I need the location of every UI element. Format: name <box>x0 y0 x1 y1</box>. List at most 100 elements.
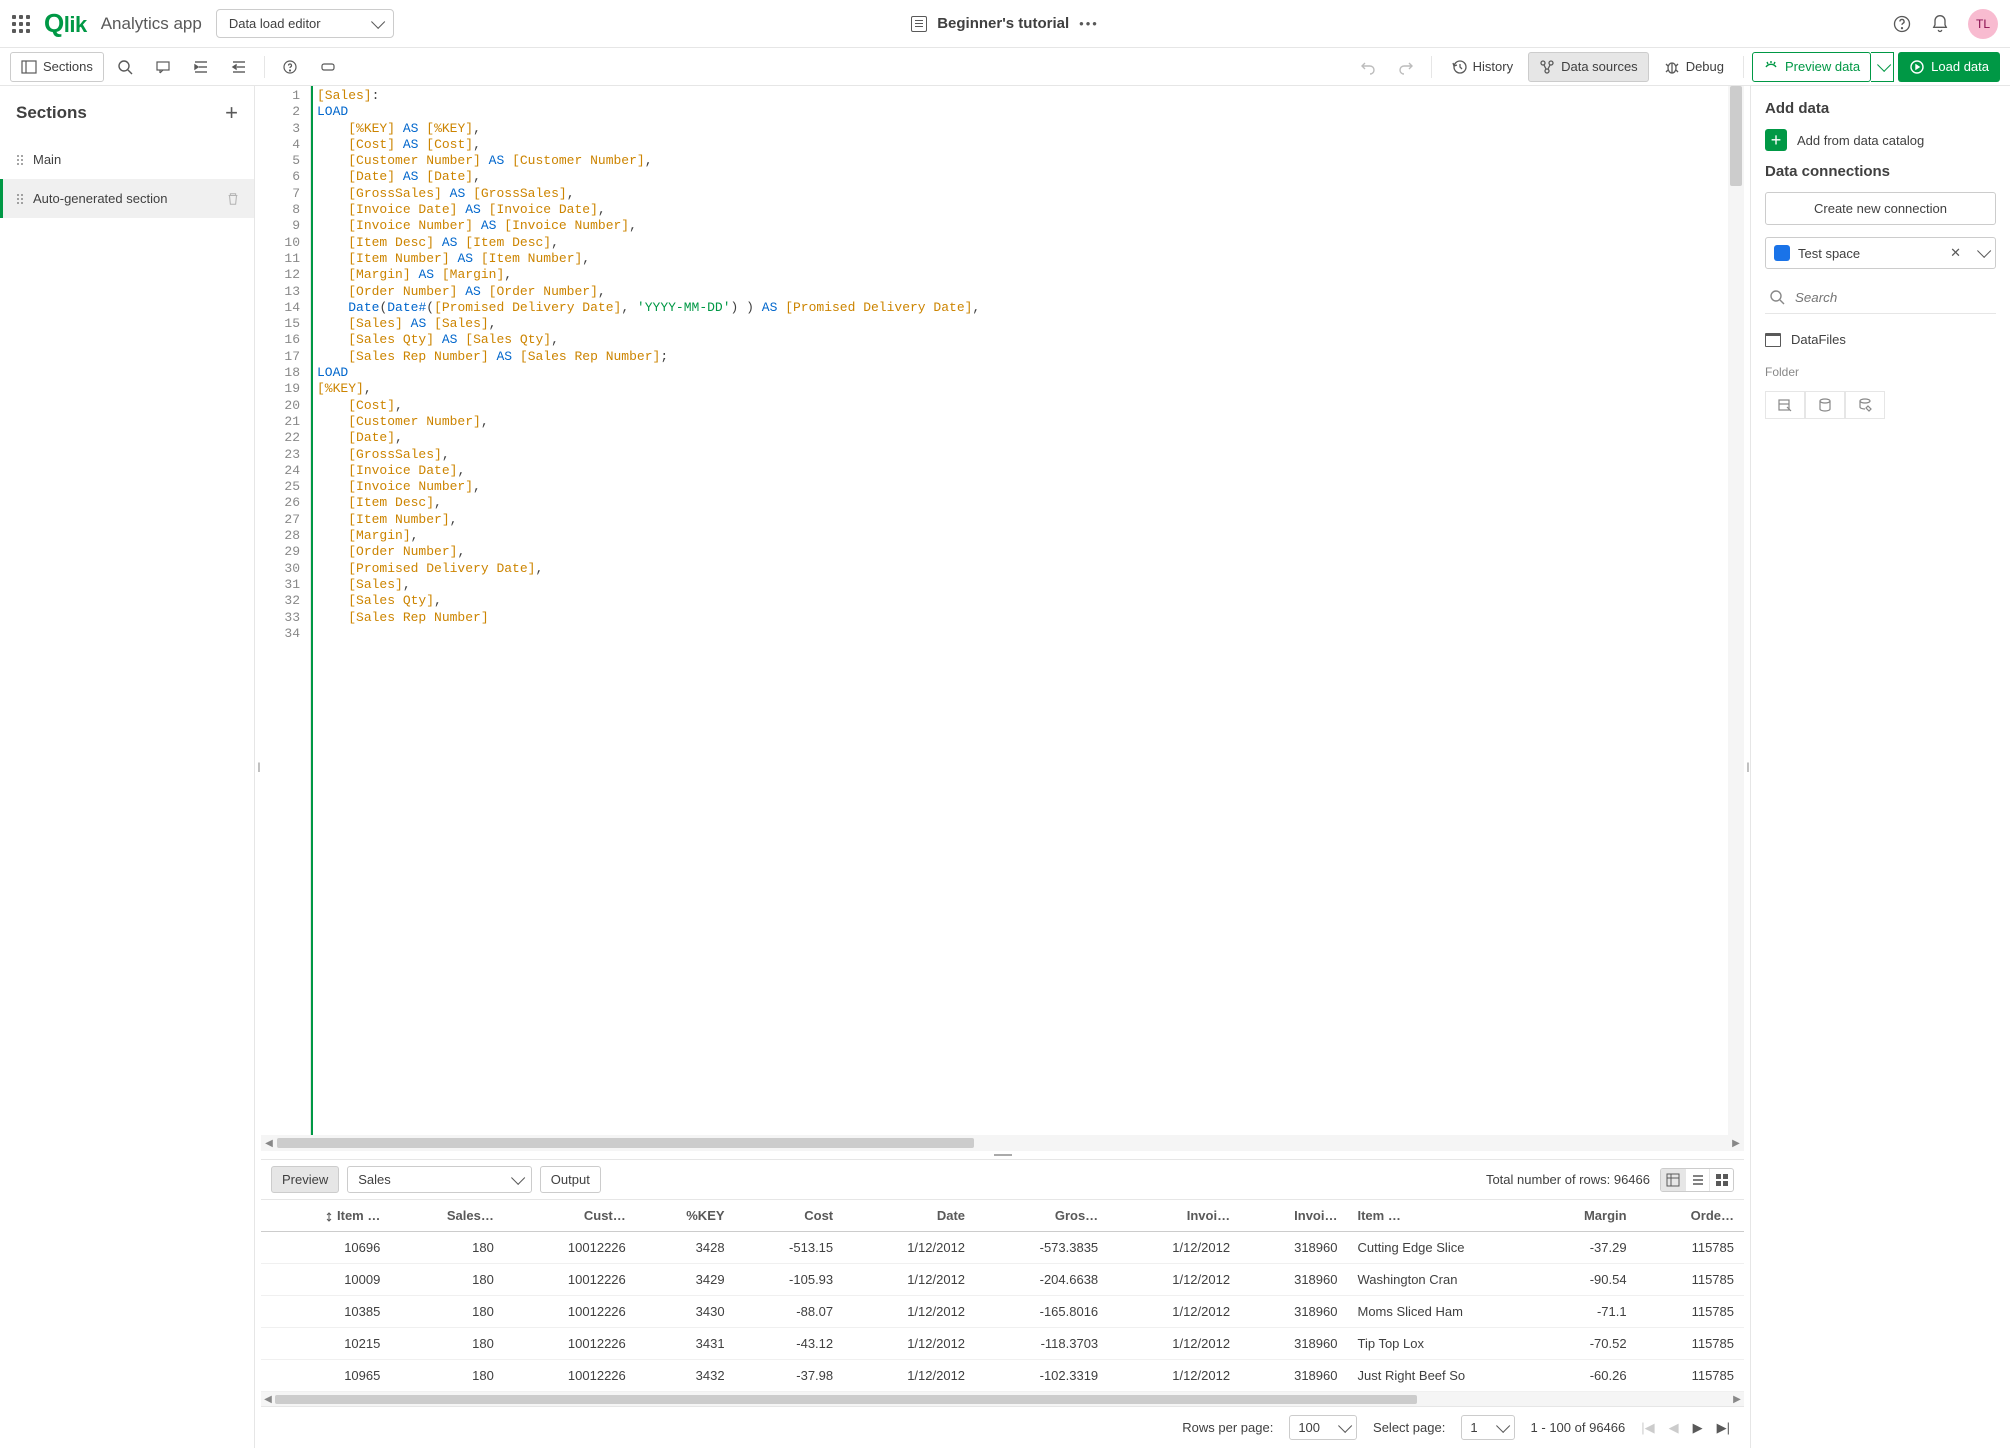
horizontal-scrollbar[interactable]: ◀▶ <box>261 1135 1744 1151</box>
preview-data-button[interactable]: Preview data <box>1752 52 1871 82</box>
column-header[interactable]: Cust… <box>504 1200 636 1232</box>
table-cell: 180 <box>390 1360 504 1392</box>
table-row[interactable]: 10009180100122263429-105.931/12/2012-204… <box>261 1264 1744 1296</box>
code-editor[interactable]: [Sales]: LOAD [%KEY] AS [%KEY], [Cost] A… <box>311 86 1728 1135</box>
datafiles-item[interactable]: DataFiles <box>1765 326 1996 353</box>
rows-per-page-select[interactable]: 100 <box>1289 1415 1357 1440</box>
table-row[interactable]: 10696180100122263428-513.151/12/2012-573… <box>261 1232 1744 1264</box>
page-select[interactable]: 1 <box>1461 1415 1514 1440</box>
more-menu-icon[interactable]: ••• <box>1079 16 1099 31</box>
grip-icon[interactable] <box>17 155 23 165</box>
redo-button[interactable] <box>1389 52 1423 82</box>
trash-icon[interactable] <box>226 192 240 206</box>
table-cell: -165.8016 <box>975 1296 1108 1328</box>
create-connection-button[interactable]: Create new connection <box>1765 192 1996 225</box>
column-header[interactable]: Item … <box>261 1200 390 1232</box>
table-horizontal-scrollbar[interactable]: ◀▶ <box>261 1392 1744 1406</box>
line-gutter: 1234567891011121314151617181920212223242… <box>261 86 311 1135</box>
column-header[interactable]: %KEY <box>636 1200 735 1232</box>
space-selector[interactable]: Test space ✕ <box>1765 237 1996 269</box>
next-page-button[interactable]: ▶ <box>1693 1420 1703 1436</box>
column-header[interactable]: Orde… <box>1637 1200 1744 1232</box>
column-header[interactable]: Item … <box>1347 1200 1530 1232</box>
data-sources-button[interactable]: Data sources <box>1528 52 1649 82</box>
table-cell: 318960 <box>1240 1296 1347 1328</box>
history-button[interactable]: History <box>1440 52 1524 82</box>
search-connections[interactable] <box>1765 281 1996 314</box>
undo-button[interactable] <box>1351 52 1385 82</box>
vertical-scrollbar[interactable] <box>1728 86 1744 1135</box>
user-avatar[interactable]: TL <box>1968 9 1998 39</box>
search-icon <box>1769 289 1785 305</box>
output-tab[interactable]: Output <box>540 1166 601 1193</box>
app-header: Qlik Analytics app Data load editor Begi… <box>0 0 2010 48</box>
table-cell: 318960 <box>1240 1232 1347 1264</box>
load-data-button[interactable]: Load data <box>1898 52 2000 82</box>
undo-icon <box>1360 59 1376 75</box>
sections-toggle-button[interactable]: Sections <box>10 52 104 82</box>
add-section-button[interactable]: + <box>225 100 238 126</box>
view-list-icon[interactable] <box>1685 1169 1709 1191</box>
column-header[interactable]: Cost <box>735 1200 844 1232</box>
add-from-catalog-button[interactable]: + Add from data catalog <box>1765 129 1996 151</box>
column-header[interactable]: Invoi… <box>1108 1200 1240 1232</box>
outdent-button[interactable] <box>222 52 256 82</box>
prev-page-button[interactable]: ◀ <box>1669 1420 1679 1436</box>
space-label: Test space <box>1798 246 1860 261</box>
table-row[interactable]: 10385180100122263430-88.071/12/2012-165.… <box>261 1296 1744 1328</box>
section-item[interactable]: Auto-generated section <box>0 179 254 218</box>
tag-icon <box>320 59 336 75</box>
add-data-heading: Add data <box>1765 100 1996 117</box>
first-page-button[interactable]: |◀ <box>1641 1420 1654 1436</box>
table-cell: 1/12/2012 <box>843 1264 975 1296</box>
qlik-logo: Qlik <box>44 8 87 39</box>
data-sources-panel: Add data + Add from data catalog Data co… <box>1750 86 2010 1448</box>
table-cell: 10215 <box>261 1328 390 1360</box>
view-grid-icon[interactable] <box>1709 1169 1733 1191</box>
history-label: History <box>1473 59 1513 74</box>
debug-label: Debug <box>1686 59 1724 74</box>
table-cell: 10385 <box>261 1296 390 1328</box>
panel-drag-handle[interactable] <box>261 1151 1744 1159</box>
select-data-icon[interactable] <box>1765 391 1805 419</box>
comment-button[interactable] <box>146 52 180 82</box>
search-button[interactable] <box>108 52 142 82</box>
search-input[interactable] <box>1795 290 1992 305</box>
section-label: Auto-generated section <box>33 191 167 206</box>
column-header[interactable]: Date <box>843 1200 975 1232</box>
preview-data-label: Preview data <box>1785 59 1860 74</box>
table-cell: 1/12/2012 <box>843 1328 975 1360</box>
section-item[interactable]: Main <box>0 140 254 179</box>
table-cell: 10012226 <box>504 1264 636 1296</box>
table-cell: 3430 <box>636 1296 735 1328</box>
table-row[interactable]: 10965180100122263432-37.981/12/2012-102.… <box>261 1360 1744 1392</box>
help-icon[interactable] <box>1892 14 1912 34</box>
indent-button[interactable] <box>184 52 218 82</box>
insert-script-icon[interactable] <box>1805 391 1845 419</box>
preview-tab[interactable]: Preview <box>271 1166 339 1193</box>
plus-icon: + <box>1765 129 1787 151</box>
column-header[interactable]: Sales… <box>390 1200 504 1232</box>
help-toolbar-button[interactable] <box>273 52 307 82</box>
column-header[interactable]: Margin <box>1530 1200 1636 1232</box>
view-table-icon[interactable] <box>1661 1169 1685 1191</box>
last-page-button[interactable]: ▶| <box>1717 1420 1730 1436</box>
mode-dropdown[interactable]: Data load editor <box>216 9 394 38</box>
grip-icon[interactable] <box>17 194 23 204</box>
table-select-dropdown[interactable]: Sales <box>347 1166 532 1193</box>
apps-grid-icon[interactable] <box>12 15 30 33</box>
clear-icon[interactable]: ✕ <box>1950 245 1961 261</box>
table-cell: 318960 <box>1240 1328 1347 1360</box>
table-cell: 1/12/2012 <box>1108 1328 1240 1360</box>
tag-button[interactable] <box>311 52 345 82</box>
chevron-down-icon <box>511 1170 525 1184</box>
debug-button[interactable]: Debug <box>1653 52 1735 82</box>
column-header[interactable]: Invoi… <box>1240 1200 1347 1232</box>
table-row[interactable]: 10215180100122263431-43.121/12/2012-118.… <box>261 1328 1744 1360</box>
bell-icon[interactable] <box>1930 14 1950 34</box>
preview-data-dropdown[interactable] <box>1871 52 1894 82</box>
column-header[interactable]: Gros… <box>975 1200 1108 1232</box>
pager: Rows per page: 100 Select page: 1 1 - 10… <box>261 1406 1744 1448</box>
table-cell: 10012226 <box>504 1328 636 1360</box>
edit-connection-icon[interactable] <box>1845 391 1885 419</box>
